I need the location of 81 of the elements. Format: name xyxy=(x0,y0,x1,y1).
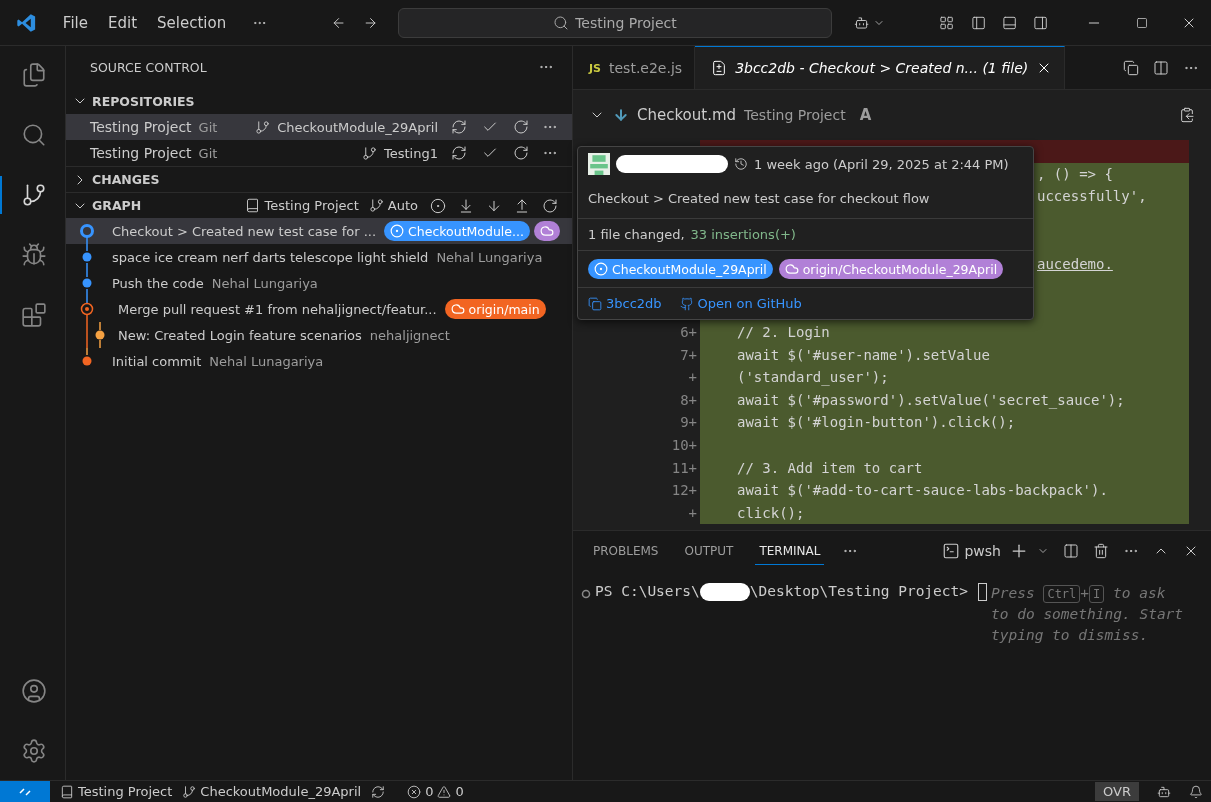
code-text: uccessfully', xyxy=(1037,188,1147,205)
repository-name: Testing Project xyxy=(90,145,192,161)
provider-label: Git xyxy=(198,119,218,135)
code-text: click(); xyxy=(737,504,805,521)
panel-tab[interactable]: PROBLEMS xyxy=(589,537,663,565)
code-text: ('standard_user'); xyxy=(737,369,889,386)
section-header[interactable]: REPOSITORIES xyxy=(66,88,572,114)
commit-row[interactable]: space ice cream nerf darts telescope light shield Nehal Lungariya xyxy=(66,244,572,270)
line-number: 9+ xyxy=(680,414,697,431)
branch-name: Testing1 xyxy=(384,145,438,161)
section-header[interactable]: CHANGES xyxy=(66,166,572,192)
menu-item[interactable]: Edit xyxy=(99,9,146,36)
code-text: // 2. Login xyxy=(737,324,830,341)
terminal-hint: Press Ctrl + I to ask to do something. Start typing to dismiss. xyxy=(991,584,1185,645)
terminal-picker[interactable]: pwsh xyxy=(942,542,1001,560)
menu-item[interactable]: Selection xyxy=(149,9,235,36)
repository-picker[interactable]: Testing Project xyxy=(245,198,359,213)
line-number: 6+ xyxy=(680,324,697,341)
github-link[interactable]: Open on GitHub xyxy=(679,296,802,311)
code-text: // 3. Add item to cart xyxy=(737,459,923,476)
line-number: 10+ xyxy=(671,437,697,453)
branch-badge: CheckoutModule... xyxy=(384,221,530,241)
branch-name: CheckoutModule_29April xyxy=(277,119,438,135)
menu-item[interactable]: File xyxy=(54,9,96,36)
commit-message: New: Created Login feature scenarios xyxy=(118,327,362,343)
file-status: A xyxy=(859,106,872,124)
provider-label: Git xyxy=(198,145,218,161)
commit-row[interactable]: Merge pull request #1 from nehaljignect/featur... origin/main xyxy=(66,296,572,322)
commit-author: Nehal Lungariya xyxy=(436,249,543,265)
repository-row[interactable]: Testing Project Git Testing1 xyxy=(66,140,572,166)
section-title: GRAPH xyxy=(92,198,142,213)
line-number: + xyxy=(688,369,697,386)
terminal-prompt: PS C:\Users\ \Desktop\Testing Project> xyxy=(595,583,968,601)
line-number: 7+ xyxy=(680,346,697,363)
code-text: await $('#password').setValue('secret_sauce'); xyxy=(737,391,1125,408)
branch-status[interactable]: CheckoutModule_29April xyxy=(182,784,362,799)
commit-message: Checkout > Created new test case for ... xyxy=(112,223,377,239)
insertions-count: 33 insertions(+) xyxy=(690,227,796,242)
repository-name: Testing Project xyxy=(90,119,192,135)
error-count: 0 xyxy=(425,784,434,799)
code-text: await $('#user-name').setValue xyxy=(737,346,990,363)
remote-badge: origin/main xyxy=(444,299,546,319)
commit-author: Nehal Lunagariya xyxy=(209,353,324,369)
editor-tab[interactable]: 3bcc2db - Checkout > Created n... (1 file) xyxy=(695,46,1066,89)
commit-message: Checkout > Created new test case for checkout flow xyxy=(588,191,930,206)
folder-name: Testing Project xyxy=(744,107,846,123)
sidebar-title: SOURCE CONTROL xyxy=(90,59,207,75)
commit-row[interactable]: Checkout > Created new test case for ... CheckoutModule... xyxy=(66,218,572,244)
search-field[interactable]: Testing Project xyxy=(397,7,833,38)
commit-message: Push the code xyxy=(112,275,204,291)
commit-author: Nehal Lungariya xyxy=(211,275,318,291)
commit-message: space ice cream nerf darts telescope light shield xyxy=(112,249,429,265)
commit-stats: 1 file changed, xyxy=(588,227,685,242)
commit-sha-link[interactable]: 3bcc2db xyxy=(588,296,662,311)
line-number: + xyxy=(688,504,697,521)
file-name: Checkout.md xyxy=(637,106,737,124)
line-number: 12+ xyxy=(671,482,697,499)
code-text: await $('#add-to-cart-sauce-labs-backpack'). xyxy=(737,482,1108,499)
commit-row[interactable]: New: Created Login feature scenarios nehaljignect xyxy=(66,322,572,348)
panel-tab[interactable]: OUTPUT xyxy=(680,537,738,565)
remote-badge: origin/CheckoutModule_29April xyxy=(778,259,1004,279)
code-link[interactable]: aucedemo. xyxy=(1037,256,1113,273)
commit-message: Merge pull request #1 from nehaljignect/featur... xyxy=(118,301,437,317)
branch-badge: CheckoutModule_29April xyxy=(588,259,773,279)
overtype-status[interactable]: OVR xyxy=(1095,782,1139,801)
warning-count: 0 xyxy=(455,784,464,799)
file-type-icon: JS xyxy=(589,61,601,75)
commit-row[interactable]: Push the code Nehal Lungariya xyxy=(66,270,572,296)
panel-tab[interactable]: TERMINAL xyxy=(755,537,825,565)
problems-status[interactable]: 0 0 xyxy=(407,784,464,799)
repository-status[interactable]: Testing Project xyxy=(60,784,173,799)
branch-picker[interactable]: Auto xyxy=(368,198,418,213)
commit-author: nehaljignect xyxy=(369,327,450,343)
commit-time: 1 week ago (April 29, 2025 at 2:44 PM) xyxy=(754,156,1009,172)
code-text: await $('#login-button').click(); xyxy=(737,414,1016,431)
commit-row[interactable]: Initial commit Nehal Lunagariya xyxy=(66,348,572,374)
commit-message: Initial commit xyxy=(112,353,202,369)
code-text: , () => { xyxy=(1037,165,1113,182)
line-number: 8+ xyxy=(680,391,697,408)
line-number: 11+ xyxy=(671,459,697,476)
repository-row[interactable]: Testing Project Git CheckoutModule_29April xyxy=(66,114,572,140)
